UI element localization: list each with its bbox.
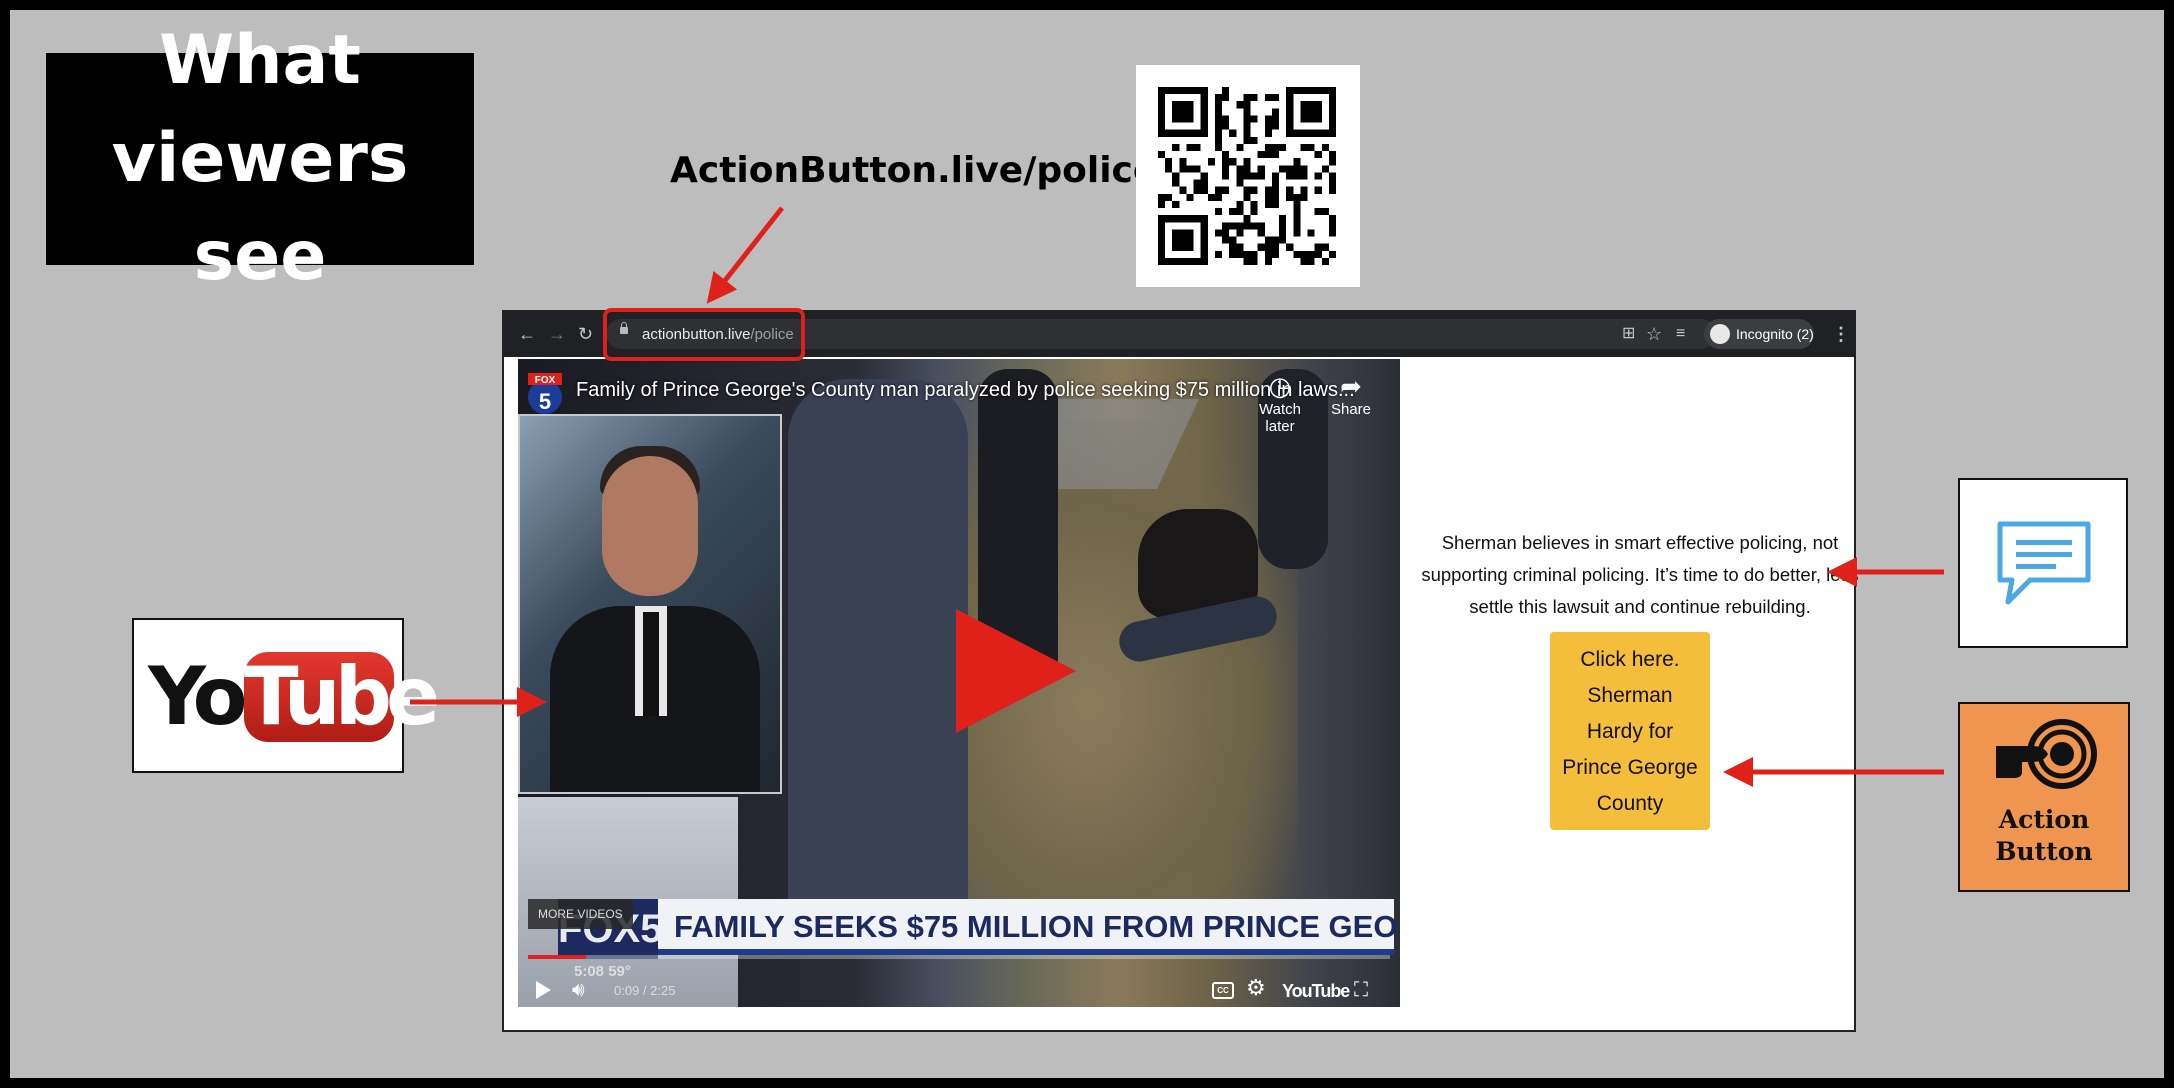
volume-icon[interactable]: 🔊︎ [572, 979, 585, 1002]
url-highlight-outline [603, 308, 805, 361]
lower-third: FOX5 FAMILY SEEKS $75 MILLION FROM PRINC… [558, 899, 1400, 959]
action-button-label: Action Button [1995, 805, 2093, 866]
chat-icon [1997, 521, 2091, 605]
video-title[interactable]: Family of Prince George's County man par… [576, 379, 1355, 402]
svg-text:FOX: FOX [535, 375, 556, 386]
chat-icon-box [1958, 478, 2128, 648]
cc-icon[interactable]: CC [1212, 982, 1234, 999]
back-icon[interactable]: ← [518, 322, 536, 346]
play-icon[interactable] [956, 609, 1076, 733]
watch-later-label: Watch later [1259, 401, 1301, 435]
youtube-embed[interactable]: FOX 5 Family of Prince George's County m… [518, 359, 1400, 1007]
youtube-logo-tube: Tube [244, 650, 440, 743]
fox5-logo: FOX 5 [528, 373, 562, 414]
url-label: ActionButton.live/police [670, 150, 1158, 191]
progress-fill [528, 955, 586, 959]
slide: What viewers see ActionButton.live/polic… [0, 0, 2174, 1088]
play-icon[interactable] [536, 981, 551, 999]
video-officer [788, 379, 968, 939]
star-icon[interactable]: ☆ [1646, 322, 1662, 346]
browser-window: ← → ↻ actionbutton.live/police ⊞ ☆ ≡ Inc… [502, 310, 1859, 1032]
forward-icon[interactable]: → [548, 322, 566, 346]
incognito-label: Incognito (2) [1736, 326, 1814, 342]
clock-icon: ◷ [1268, 371, 1292, 401]
qr-code [1136, 65, 1360, 287]
share-label: Share [1330, 401, 1372, 418]
incognito-icon [1710, 324, 1730, 344]
cta-button[interactable]: Click here. Sherman Hardy for Prince Geo… [1550, 632, 1710, 830]
gear-icon[interactable]: ⚙ [1246, 975, 1266, 1001]
menu-icon[interactable]: ⋮ [1832, 322, 1850, 346]
watch-later-button[interactable]: ◷ Watch later [1245, 371, 1315, 435]
anchor-inset [518, 414, 782, 794]
youtube-logo: You Tube [132, 618, 440, 773]
slide-title: What viewers see [46, 21, 474, 296]
extensions-icon[interactable]: ⊞ [1622, 322, 1635, 346]
incognito-badge[interactable]: Incognito (2) [1704, 319, 1814, 349]
action-button-icon [1996, 719, 2097, 789]
svg-text:5: 5 [539, 389, 551, 414]
progress-bar[interactable] [528, 955, 1390, 959]
time-display: 0:09 / 2:25 [614, 983, 676, 998]
reload-icon[interactable]: ↻ [578, 322, 593, 346]
action-button-box: Action Button [1958, 702, 2130, 892]
share-icon: ➦ [1340, 371, 1362, 401]
page-body-text: Sherman believes in smart effective poli… [1421, 532, 1859, 617]
anchor-head [602, 456, 698, 596]
more-videos-button[interactable]: MORE VIDEOS [528, 899, 633, 929]
share-button[interactable]: ➦ Share [1326, 371, 1376, 418]
fullscreen-icon[interactable]: ⛶ [1354, 979, 1368, 1002]
reading-list-icon[interactable]: ≡ [1676, 322, 1685, 346]
headline: FAMILY SEEKS $75 MILLION FROM PRINCE GEO… [658, 899, 1400, 955]
player-controls: 🔊︎ 0:09 / 2:25 CC ⚙ YouTube ⛶ [518, 969, 1400, 1007]
anchor-tie [643, 612, 659, 716]
youtube-wordmark[interactable]: YouTube [1282, 981, 1350, 1002]
arrow-url [706, 206, 784, 304]
